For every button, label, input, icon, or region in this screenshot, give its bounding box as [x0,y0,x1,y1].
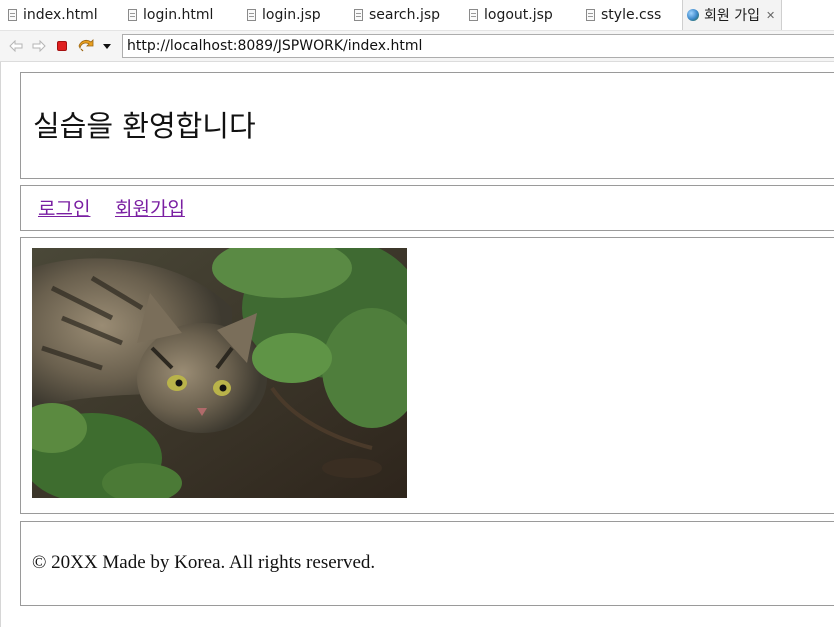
dropdown-icon[interactable] [99,38,115,54]
editor-tab-bar: index.html login.html login.jsp search.j… [0,0,834,31]
tab-style-css[interactable]: style.css [586,0,661,30]
tab-search-jsp[interactable]: search.jsp [354,0,440,30]
file-icon [247,9,256,21]
tab-label: logout.jsp [484,7,553,23]
tab-label: 회원 가입 [704,8,760,24]
login-link[interactable]: 로그인 [38,194,90,221]
tab-label: style.css [601,7,662,23]
file-icon [469,9,478,21]
view-edge [0,62,1,627]
tab-label: index.html [23,7,98,23]
tab-logout-jsp[interactable]: logout.jsp [469,0,553,30]
tab-label: login.jsp [262,7,321,23]
url-field[interactable] [122,34,834,58]
file-icon [354,9,363,21]
footer-section: © 20XX Made by Korea. All rights reserve… [20,521,834,606]
file-icon [586,9,595,21]
tab-signup-browser[interactable]: 회원 가입 ✕ [682,0,783,30]
back-icon[interactable] [8,38,24,54]
tab-login-html[interactable]: login.html [128,0,213,30]
tab-label: search.jsp [369,7,441,23]
tab-index-html[interactable]: index.html [8,0,98,30]
tab-label: login.html [143,7,214,23]
page-title: 실습을 환영합니다 [33,109,256,143]
nav-section: 로그인 회원가입 [20,185,834,231]
forward-icon[interactable] [31,38,47,54]
stop-icon[interactable] [54,38,70,54]
refresh-icon[interactable] [78,38,94,54]
globe-icon [687,9,699,21]
browser-toolbar [0,31,834,62]
cat-photo [32,248,407,498]
image-section [20,237,834,514]
close-icon[interactable]: ✕ [766,9,775,22]
file-icon [8,9,17,21]
footer-text: © 20XX Made by Korea. All rights reserve… [32,552,376,573]
header-section: 실습을 환영합니다 [20,72,834,179]
file-icon [128,9,137,21]
tab-login-jsp[interactable]: login.jsp [247,0,321,30]
signup-link[interactable]: 회원가입 [115,194,185,221]
